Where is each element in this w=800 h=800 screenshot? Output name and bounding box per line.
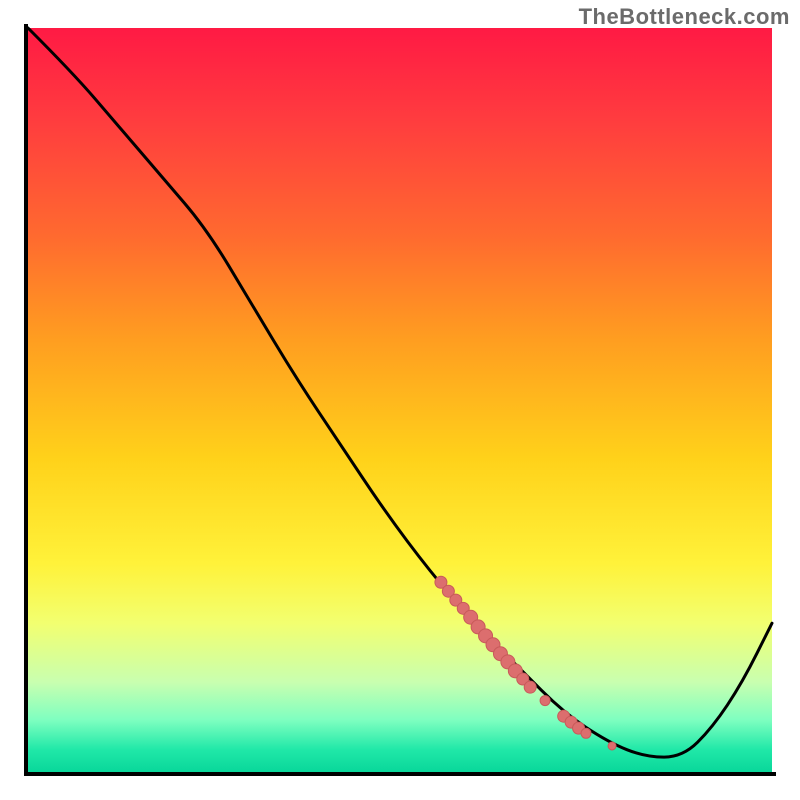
watermark-text: TheBottleneck.com bbox=[579, 4, 790, 30]
data-marker bbox=[581, 728, 591, 738]
data-marker bbox=[524, 681, 536, 693]
data-marker bbox=[540, 696, 550, 706]
chart-svg bbox=[28, 28, 772, 772]
data-marker bbox=[608, 742, 616, 750]
curve-line bbox=[28, 28, 772, 757]
chart-container: TheBottleneck.com bbox=[0, 0, 800, 800]
y-axis bbox=[24, 24, 28, 776]
x-axis bbox=[24, 772, 776, 776]
data-markers bbox=[435, 576, 616, 750]
